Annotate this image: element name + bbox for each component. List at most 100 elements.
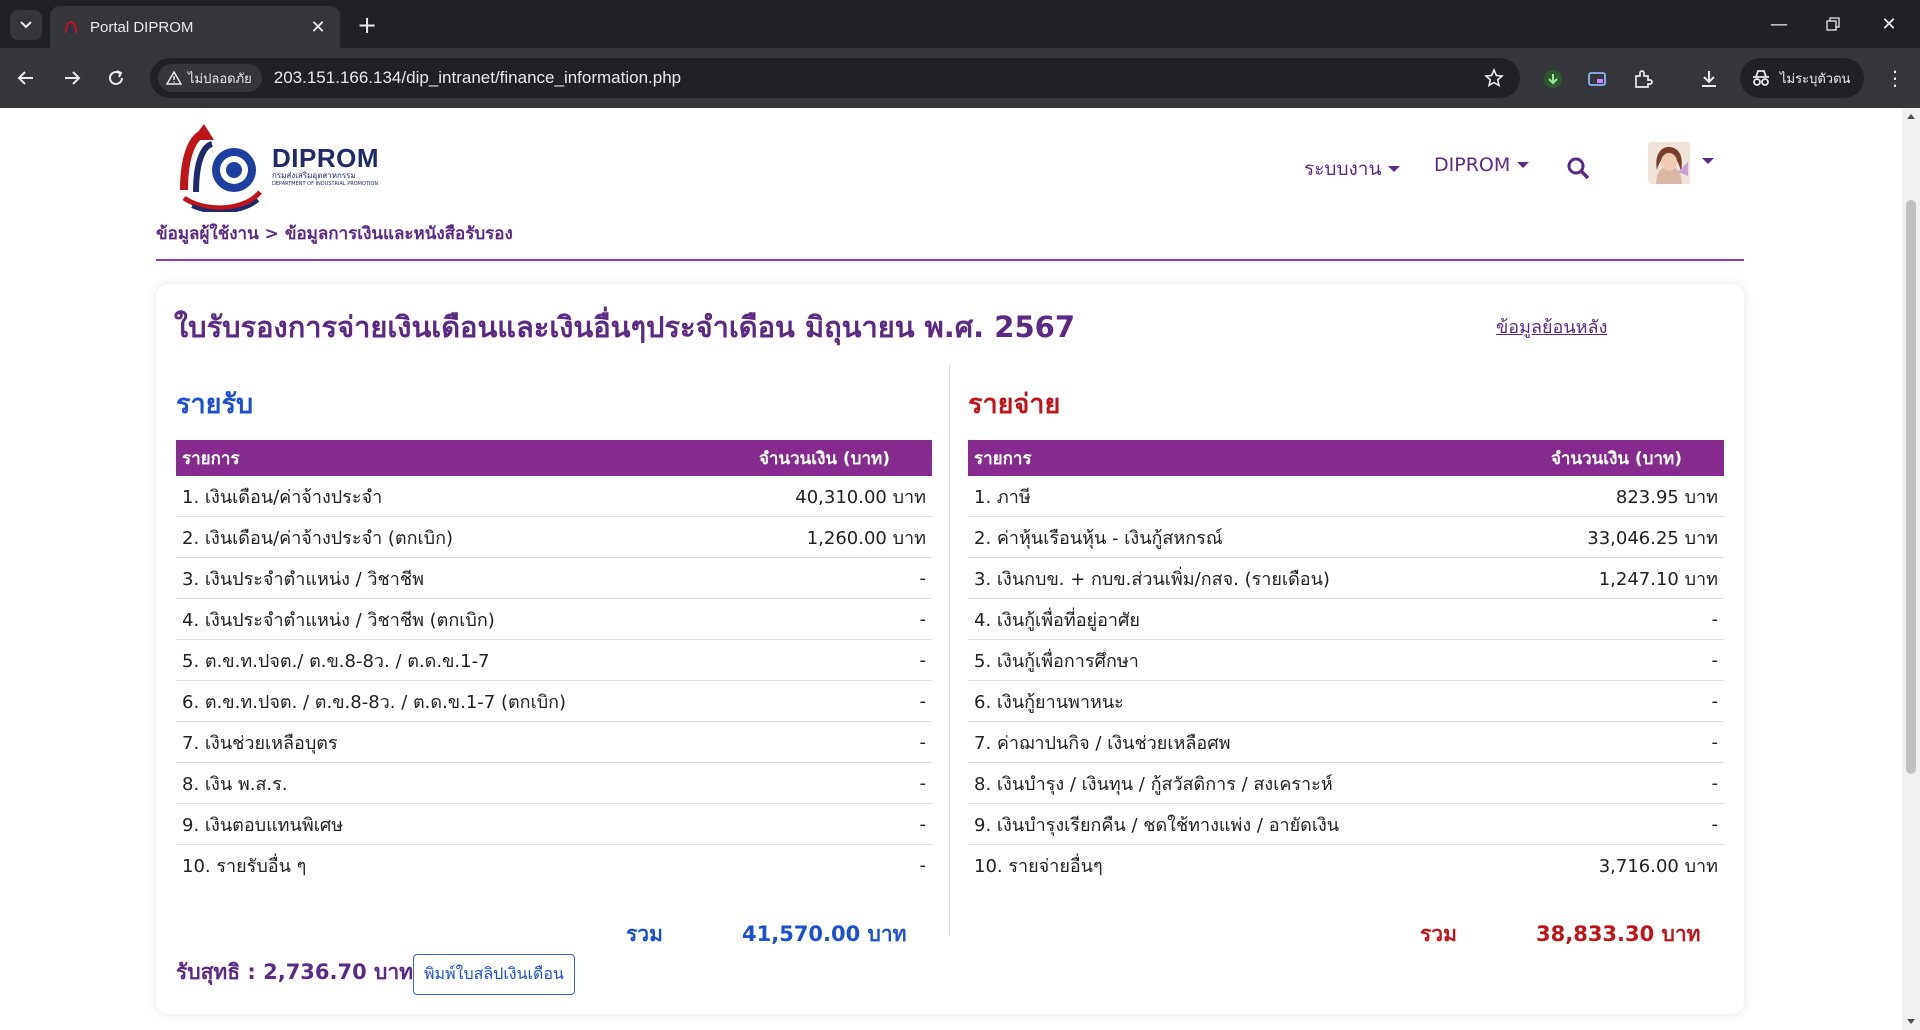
extension-screen-icon[interactable] xyxy=(1584,66,1610,92)
row-label: 4. เงินกู้เพื่อที่อยู่อาศัย xyxy=(974,609,1140,631)
plus-icon[interactable]: + xyxy=(352,10,382,40)
table-row: 4. เงินกู้เพื่อที่อยู่อาศัย - xyxy=(968,599,1724,640)
row-amount: 823.95 บาท xyxy=(1615,486,1718,508)
table-row: 1. เงินเดือน/ค่าจ้างประจำ 40,310.00 บาท xyxy=(176,476,932,517)
row-label: 5. เงินกู้เพื่อการศึกษา xyxy=(974,650,1139,672)
income-col-amount: จำนวนเงิน (บาท) xyxy=(758,448,890,469)
address-bar[interactable]: ไม่ปลอดภัย 203.151.166.134/dip_intranet/… xyxy=(150,58,1520,98)
page-viewport: DIPROM กรมส่งเสริมอุตสาหกรรม DEPARTMENT … xyxy=(0,108,1902,1030)
nav-menu-diprom[interactable]: DIPROM xyxy=(1434,154,1530,176)
row-amount: - xyxy=(1711,772,1719,794)
income-total-label: รวม xyxy=(626,922,663,946)
nav-menu-systems[interactable]: ระบบงาน xyxy=(1304,154,1401,184)
expense-col-amount: จำนวนเงิน (บาท) xyxy=(1550,448,1682,469)
tab-title: Portal DIPROM xyxy=(90,18,194,36)
diprom-logo[interactable]: DIPROM กรมส่งเสริมอุตสาหกรรม DEPARTMENT … xyxy=(174,118,396,214)
row-label: 8. เงิน พ.ส.ร. xyxy=(182,773,288,795)
browser-tab-bar: Portal DIPROM ✕ + — ✕ xyxy=(0,0,1920,48)
back-icon[interactable] xyxy=(10,62,42,94)
security-label: ไม่ปลอดภัย xyxy=(188,71,252,87)
row-amount: - xyxy=(1711,690,1719,712)
download-icon[interactable] xyxy=(1696,66,1722,92)
row-label: 6. เงินกู้ยานพาหนะ xyxy=(974,691,1124,713)
extension-icon[interactable] xyxy=(1630,66,1656,92)
expense-section: รายจ่าย รายการ จำนวนเงิน (บาท) 1. ภาษี 82… xyxy=(968,382,1724,886)
browser-tab[interactable]: Portal DIPROM ✕ xyxy=(50,6,340,48)
table-row: 9. เงินตอบแทนพิเศษ - xyxy=(176,804,932,845)
history-link[interactable]: ข้อมูลย้อนหลัง xyxy=(1496,312,1607,341)
menu-icon[interactable]: ⋮ xyxy=(1880,62,1910,94)
expense-table-header: รายการ จำนวนเงิน (บาท) xyxy=(968,440,1724,476)
income-col-item: รายการ xyxy=(182,448,240,469)
scroll-down-icon[interactable] xyxy=(1907,1019,1915,1024)
avatar-caret-icon[interactable] xyxy=(1702,158,1714,164)
row-amount: - xyxy=(1711,649,1719,671)
breadcrumb-finance[interactable]: ข้อมูลการเงินและหนังสือรับรอง xyxy=(285,224,513,244)
table-row: 2. เงินเดือน/ค่าจ้างประจำ (ตกเบิก) 1,260.… xyxy=(176,517,932,558)
row-amount: - xyxy=(1711,813,1719,835)
row-label: 6. ต.ข.ท.ปจต. / ต.ข.8-8ว. / ต.ด.ข.1-7 (ต… xyxy=(182,691,567,713)
security-chip[interactable]: ไม่ปลอดภัย xyxy=(158,64,262,92)
row-label: 2. ค่าหุ้นเรือนหุ้น - เงินกู้สหกรณ์ xyxy=(974,527,1223,549)
caret-down-icon xyxy=(1388,166,1401,172)
row-amount: - xyxy=(919,855,927,876)
row-amount: - xyxy=(919,649,927,671)
row-amount: - xyxy=(919,690,927,712)
search-icon[interactable] xyxy=(1566,156,1590,180)
scroll-up-icon[interactable] xyxy=(1907,114,1915,119)
row-amount: - xyxy=(919,608,927,630)
row-amount: 33,046.25 บาท xyxy=(1587,527,1718,549)
expense-total-label: รวม xyxy=(1420,922,1457,946)
income-total-value: 41,570.00 บาท xyxy=(742,922,907,946)
restore-icon[interactable] xyxy=(1810,8,1856,40)
row-amount: - xyxy=(1711,608,1719,630)
table-row: 8. เงิน พ.ส.ร. - xyxy=(176,763,932,804)
table-row: 8. เงินบำรุง / เงินทุน / กู้สวัสดิการ / … xyxy=(968,763,1724,804)
extension-download-icon[interactable] xyxy=(1540,66,1566,92)
profile-label: ไม่ระบุตัวตน xyxy=(1780,71,1851,87)
row-label: 3. เงินกบข. + กบข.ส่วนเพิ่ม/กสจ. (รายเดื… xyxy=(974,568,1330,590)
reload-icon[interactable] xyxy=(100,62,132,94)
table-row: 5. เงินกู้เพื่อการศึกษา - xyxy=(968,640,1724,681)
warning-icon xyxy=(166,71,182,85)
page-scrollbar[interactable] xyxy=(1902,108,1920,1030)
caret-down-icon xyxy=(1517,162,1530,168)
scrollbar-thumb[interactable] xyxy=(1906,200,1916,774)
breadcrumb-divider xyxy=(156,259,1744,261)
url-text[interactable]: 203.151.166.134/dip_intranet/finance_inf… xyxy=(274,68,681,88)
row-amount: 1,247.10 บาท xyxy=(1598,568,1718,590)
expense-col-item: รายการ xyxy=(974,448,1032,469)
close-window-icon[interactable]: ✕ xyxy=(1866,8,1912,40)
expense-total-value: 38,833.30 บาท xyxy=(1536,922,1701,946)
row-label: 5. ต.ข.ท.ปจต./ ต.ข.8-8ว. / ต.ด.ข.1-7 xyxy=(182,650,490,672)
logo-emblem-icon xyxy=(180,124,262,212)
row-amount: - xyxy=(919,813,927,835)
logo-name: DIPROM xyxy=(272,142,379,173)
forward-icon[interactable] xyxy=(56,62,88,94)
breadcrumb-user-info[interactable]: ข้อมูลผู้ใช้งาน xyxy=(156,224,259,244)
tab-search-button[interactable] xyxy=(10,10,42,40)
row-label: 1. เงินเดือน/ค่าจ้างประจำ xyxy=(182,486,383,508)
browser-toolbar: ไม่ปลอดภัย 203.151.166.134/dip_intranet/… xyxy=(0,48,1920,108)
finance-card: ใบรับรองการจ่ายเงินเดือนและเงินอื่นๆประจ… xyxy=(156,284,1744,1014)
print-payslip-button[interactable]: พิมพ์ใบสลิปเงินเดือน xyxy=(413,954,575,995)
avatar[interactable] xyxy=(1648,142,1690,184)
row-label: 7. ค่าฌาปนกิจ / เงินช่วยเหลือศพ xyxy=(974,732,1231,754)
favicon-icon xyxy=(62,18,80,36)
table-row: 5. ต.ข.ท.ปจต./ ต.ข.8-8ว. / ต.ด.ข.1-7 - xyxy=(176,640,932,681)
star-icon[interactable] xyxy=(1484,68,1504,88)
column-divider xyxy=(949,364,950,936)
row-amount: - xyxy=(1711,731,1719,753)
incognito-profile-chip[interactable]: ไม่ระบุตัวตน xyxy=(1740,58,1864,98)
close-icon[interactable]: ✕ xyxy=(308,17,328,38)
table-row: 4. เงินประจำตำแหน่ง / วิชาชีพ (ตกเบิก) - xyxy=(176,599,932,640)
breadcrumb-separator: > xyxy=(264,224,279,244)
row-label: 10. รายรับอื่น ๆ xyxy=(182,856,307,877)
row-label: 10. รายจ่ายอื่นๆ xyxy=(974,856,1103,877)
row-label: 2. เงินเดือน/ค่าจ้างประจำ (ตกเบิก) xyxy=(182,527,454,549)
income-section: รายรับ รายการ จำนวนเงิน (บาท) 1. เงินเดื… xyxy=(176,382,932,886)
minimize-icon[interactable]: — xyxy=(1756,8,1802,40)
table-row: 1. ภาษี 823.95 บาท xyxy=(968,476,1724,517)
row-amount: 1,260.00 บาท xyxy=(806,527,926,549)
table-row: 3. เงินกบข. + กบข.ส่วนเพิ่ม/กสจ. (รายเดื… xyxy=(968,558,1724,599)
